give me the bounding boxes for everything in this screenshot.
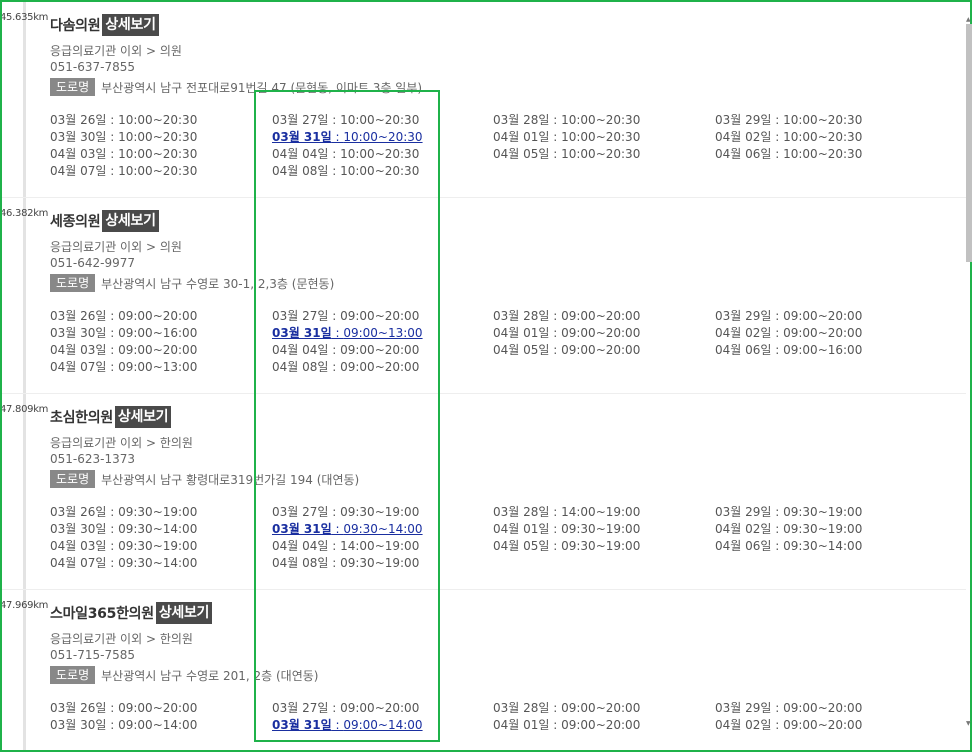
hours-entry: 04월 04일 : 14:00~19:00 <box>272 539 420 553</box>
hours-entry: 04월 08일 : 09:30~19:00 <box>272 556 420 570</box>
clinic-card: 46.382km 세종의원 상세보기 응급의료기관 이외 > 의원 051-64… <box>2 198 966 394</box>
hours-entry: 03월 30일 : 10:00~20:30 <box>50 130 198 144</box>
detail-button[interactable]: 상세보기 <box>114 406 172 428</box>
hours-entry-today[interactable]: 03월 31일 : 09:00~13:00 <box>272 325 423 342</box>
hours-entry: 04월 01일 : 10:00~20:30 <box>493 130 641 144</box>
hours-entry: 04월 06일 : 10:00~20:30 <box>715 147 863 161</box>
hours-entry: 04월 06일 : 09:00~16:00 <box>715 343 863 357</box>
scroll-up-arrow-icon[interactable]: ▲ <box>966 16 971 23</box>
hours-entry: 04월 04일 : 10:00~20:30 <box>272 147 420 161</box>
hours-entry: 03월 30일 : 09:00~14:00 <box>50 718 198 732</box>
hours-entry: 04월 05일 : 09:00~20:00 <box>493 343 641 357</box>
hours-entry: 04월 04일 : 09:00~20:00 <box>272 343 420 357</box>
clinic-address: 부산광역시 남구 황령대로319번가길 194 (대연동) <box>101 472 360 487</box>
opening-hours-grid: 03월 26일 : 10:00~20:30 03월 27일 : 10:00~20… <box>50 112 950 182</box>
scroll-down-arrow-icon[interactable]: ▼ <box>966 720 971 727</box>
hours-entry: 03월 26일 : 09:00~20:00 <box>50 701 198 715</box>
scroll-thumb[interactable] <box>966 24 972 262</box>
hours-entry: 03월 27일 : 09:00~20:00 <box>272 309 420 323</box>
hours-entry: 03월 30일 : 09:00~16:00 <box>50 326 198 340</box>
hours-entry: 04월 02일 : 10:00~20:30 <box>715 130 863 144</box>
hours-entry: 04월 02일 : 09:00~20:00 <box>715 326 863 340</box>
clinic-title-row: 다솜의원 상세보기 <box>50 13 159 37</box>
hours-entry: 03월 30일 : 09:30~14:00 <box>50 522 198 536</box>
clinic-category: 응급의료기관 이외 > 의원 <box>50 44 182 58</box>
hours-entry: 04월 01일 : 09:00~20:00 <box>493 326 641 340</box>
address-row: 도로명 부산광역시 남구 수영로 201, 2층 (대연동) <box>50 666 318 684</box>
clinic-title-row: 세종의원 상세보기 <box>50 209 159 233</box>
hours-entry: 03월 29일 : 09:00~20:00 <box>715 701 863 715</box>
detail-button[interactable]: 상세보기 <box>102 210 159 232</box>
hours-entry: 03월 26일 : 10:00~20:30 <box>50 113 198 127</box>
clinic-card: 47.969km 스마일365한의원 상세보기 응급의료기관 이외 > 한의원 … <box>2 590 966 750</box>
hours-entry: 03월 28일 : 10:00~20:30 <box>493 113 641 127</box>
distance-label: 46.382km <box>2 208 49 219</box>
scrollbar[interactable]: ▲ ▼ <box>966 2 972 750</box>
opening-hours-grid: 03월 26일 : 09:30~19:00 03월 27일 : 09:30~19… <box>50 504 950 574</box>
road-name-badge: 도로명 <box>50 666 96 684</box>
distance-label: 47.969km <box>2 600 49 611</box>
hours-entry: 04월 07일 : 09:00~13:00 <box>50 360 198 374</box>
address-row: 도로명 부산광역시 남구 황령대로319번가길 194 (대연동) <box>50 470 359 488</box>
clinic-title-row: 스마일365한의원 상세보기 <box>50 601 213 625</box>
road-name-badge: 도로명 <box>50 274 96 292</box>
clinic-name[interactable]: 초심한의원 <box>50 407 113 427</box>
hours-entry: 04월 07일 : 10:00~20:30 <box>50 164 198 178</box>
detail-button[interactable]: 상세보기 <box>102 14 159 36</box>
hours-entry: 04월 02일 : 09:00~20:00 <box>715 718 863 732</box>
opening-hours-grid: 03월 26일 : 09:00~20:00 03월 27일 : 09:00~20… <box>50 700 950 750</box>
hours-entry: 03월 27일 : 10:00~20:30 <box>272 113 420 127</box>
distance-label: 45.635km <box>2 12 49 23</box>
clinic-name[interactable]: 세종의원 <box>50 211 101 231</box>
hours-entry: 03월 29일 : 10:00~20:30 <box>715 113 863 127</box>
clinic-phone: 051-637-7855 <box>50 60 136 74</box>
hours-entry: 03월 28일 : 14:00~19:00 <box>493 505 641 519</box>
hours-entry: 04월 03일 : 09:00~20:00 <box>50 343 198 357</box>
hours-entry: 03월 27일 : 09:30~19:00 <box>272 505 420 519</box>
clinic-category: 응급의료기관 이외 > 의원 <box>50 240 182 254</box>
hours-entry: 03월 26일 : 09:30~19:00 <box>50 505 198 519</box>
clinic-name[interactable]: 다솜의원 <box>50 15 101 35</box>
hours-entry-today[interactable]: 03월 31일 : 09:30~14:00 <box>272 521 423 538</box>
hours-entry-today[interactable]: 03월 31일 : 10:00~20:30 <box>272 129 423 146</box>
hours-entry: 03월 29일 : 09:00~20:00 <box>715 309 863 323</box>
hours-entry: 04월 01일 : 09:00~20:00 <box>493 718 641 732</box>
clinic-card: 47.809km 초심한의원 상세보기 응급의료기관 이외 > 한의원 051-… <box>2 394 966 590</box>
hours-entry: 03월 27일 : 09:00~20:00 <box>272 701 420 715</box>
clinic-phone: 051-642-9977 <box>50 256 136 270</box>
hours-entry: 03월 28일 : 09:00~20:00 <box>493 309 641 323</box>
clinic-list: 45.635km 다솜의원 상세보기 응급의료기관 이외 > 의원 051-63… <box>2 2 966 750</box>
hours-entry: 03월 26일 : 09:00~20:00 <box>50 309 198 323</box>
hours-entry: 04월 08일 : 10:00~20:30 <box>272 164 420 178</box>
hours-entry: 04월 02일 : 09:30~19:00 <box>715 522 863 536</box>
hours-entry: 04월 08일 : 09:00~20:00 <box>272 360 420 374</box>
address-row: 도로명 부산광역시 남구 전포대로91번길 47 (문현동, 이마트 3층 일부… <box>50 78 422 96</box>
clinic-category: 응급의료기관 이외 > 한의원 <box>50 436 193 450</box>
clinic-phone: 051-715-7585 <box>50 648 136 662</box>
distance-label: 47.809km <box>2 404 49 415</box>
hours-entry: 03월 29일 : 09:30~19:00 <box>715 505 863 519</box>
clinic-address: 부산광역시 남구 전포대로91번길 47 (문현동, 이마트 3층 일부) <box>101 80 423 95</box>
hours-entry: 04월 05일 : 10:00~20:30 <box>493 147 641 161</box>
opening-hours-grid: 03월 26일 : 09:00~20:00 03월 27일 : 09:00~20… <box>50 308 950 378</box>
hours-entry-today[interactable]: 03월 31일 : 09:00~14:00 <box>272 717 423 734</box>
hours-entry: 04월 03일 : 10:00~20:30 <box>50 147 198 161</box>
clinic-address: 부산광역시 남구 수영로 30-1, 2,3층 (문현동) <box>101 276 335 291</box>
hours-entry: 04월 05일 : 09:30~19:00 <box>493 539 641 553</box>
hours-entry: 04월 03일 : 09:30~19:00 <box>50 539 198 553</box>
clinic-address: 부산광역시 남구 수영로 201, 2층 (대연동) <box>101 668 319 683</box>
address-row: 도로명 부산광역시 남구 수영로 30-1, 2,3층 (문현동) <box>50 274 334 292</box>
detail-button[interactable]: 상세보기 <box>155 602 213 624</box>
clinic-name[interactable]: 스마일365한의원 <box>50 603 154 623</box>
hours-entry: 04월 06일 : 09:30~14:00 <box>715 539 863 553</box>
clinic-phone: 051-623-1373 <box>50 452 136 466</box>
clinic-card: 45.635km 다솜의원 상세보기 응급의료기관 이외 > 의원 051-63… <box>2 2 966 198</box>
hours-entry: 03월 28일 : 09:00~20:00 <box>493 701 641 715</box>
road-name-badge: 도로명 <box>50 78 96 96</box>
hours-entry: 04월 07일 : 09:30~14:00 <box>50 556 198 570</box>
clinic-category: 응급의료기관 이외 > 한의원 <box>50 632 193 646</box>
clinic-title-row: 초심한의원 상세보기 <box>50 405 172 429</box>
road-name-badge: 도로명 <box>50 470 96 488</box>
hours-entry: 04월 01일 : 09:30~19:00 <box>493 522 641 536</box>
